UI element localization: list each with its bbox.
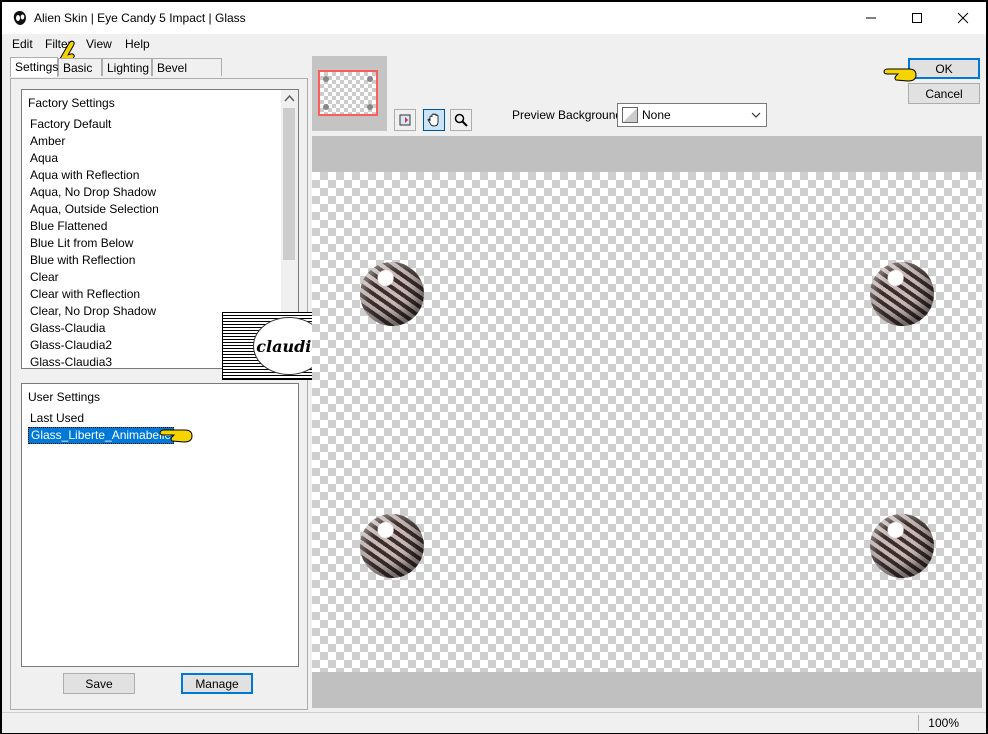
navigator-viewport[interactable] (318, 70, 378, 116)
list-item[interactable]: Glass-Claudia2 (28, 337, 161, 354)
title-bar: Alien Skin | Eye Candy 5 Impact | Glass (2, 2, 986, 34)
pointer-hand-icon (883, 68, 917, 82)
list-item[interactable]: Clear with Reflection (28, 286, 161, 303)
pointer-hand-icon (159, 429, 193, 443)
list-item[interactable]: Glass_Liberte_Animabelle (28, 427, 175, 444)
list-item[interactable]: Last Used (28, 411, 86, 425)
list-item[interactable]: Aqua, Outside Selection (28, 201, 161, 218)
window-title: Alien Skin | Eye Candy 5 Impact | Glass (34, 11, 246, 25)
tab-lighting[interactable]: Lighting (102, 58, 152, 76)
zoom-tool-button[interactable] (450, 109, 472, 131)
ok-button[interactable]: OK (908, 58, 980, 79)
list-item[interactable]: Glass-Claudia3 (28, 354, 161, 368)
minimize-icon (866, 17, 876, 19)
scroll-up-icon[interactable] (284, 94, 295, 102)
hand-icon (427, 113, 439, 127)
zoom-level: 100% (918, 715, 959, 731)
preview-area[interactable] (312, 136, 982, 708)
list-item[interactable]: Clear, No Drop Shadow (28, 303, 161, 320)
menu-help[interactable]: Help (125, 37, 150, 51)
user-settings-list[interactable]: User Settings Last Used Glass_Liberte_Ani… (21, 383, 299, 667)
list-item[interactable]: Blue Lit from Below (28, 235, 161, 252)
move-tool-button[interactable] (394, 109, 416, 131)
list-item[interactable]: Aqua, No Drop Shadow (28, 184, 161, 201)
plugin-window: Alien Skin | Eye Candy 5 Impact | Glass … (0, 0, 988, 734)
cancel-button[interactable]: Cancel (908, 83, 980, 104)
list-item[interactable]: Amber (28, 133, 161, 150)
maximize-icon (912, 13, 922, 23)
glass-bead (360, 262, 424, 326)
factory-settings-scroll-thumb[interactable] (283, 108, 295, 260)
list-item[interactable]: Blue with Reflection (28, 252, 161, 269)
list-item[interactable]: Factory Default (28, 116, 161, 133)
glass-bead (870, 262, 934, 326)
save-button[interactable]: Save (63, 673, 135, 694)
list-item[interactable]: Glass-Claudia (28, 320, 161, 337)
status-bar: 100% (2, 712, 986, 733)
menu-view[interactable]: View (86, 37, 112, 51)
manage-button[interactable]: Manage (181, 673, 253, 694)
list-item[interactable]: Blue Flattened (28, 218, 161, 235)
alien-skin-icon (13, 11, 26, 25)
maximize-button[interactable] (894, 2, 940, 34)
close-icon (957, 12, 969, 24)
swatch-icon (622, 107, 638, 123)
navigator-thumbnail[interactable] (312, 56, 387, 131)
list-item[interactable]: Aqua (28, 150, 161, 167)
list-item[interactable]: Aqua with Reflection (28, 167, 161, 184)
preview-background-label: Preview Background: (512, 108, 626, 122)
menu-bar: Edit Filter View Help (2, 34, 986, 54)
glass-bead (360, 514, 424, 578)
user-settings-header: User Settings (28, 390, 101, 404)
list-item[interactable]: Clear (28, 269, 161, 286)
hand-tool-button[interactable] (423, 109, 445, 131)
chevron-down-icon (751, 112, 761, 118)
user-settings-items: Last Used Glass_Liberte_Animabelle (28, 410, 175, 444)
tab-bevel-profile[interactable]: Bevel Profile (152, 58, 222, 93)
preview-canvas[interactable] (312, 172, 982, 672)
factory-settings-items: Factory Default Amber Aqua Aqua with Reflec… (28, 116, 161, 368)
glass-bead (870, 514, 934, 578)
magnifier-icon (454, 113, 468, 127)
menu-edit[interactable]: Edit (12, 37, 33, 51)
minimize-button[interactable] (848, 2, 894, 34)
factory-settings-header: Factory Settings (28, 96, 115, 110)
preview-background-value: None (642, 108, 671, 122)
arrows-icon (399, 114, 411, 126)
close-button[interactable] (940, 2, 986, 34)
tab-settings[interactable]: Settings (10, 57, 58, 77)
preview-background-select[interactable]: None (617, 103, 767, 127)
tab-basic[interactable]: Basic (58, 58, 102, 76)
settings-panel: Factory Settings Factory Default Amber Aqu… (10, 78, 308, 710)
